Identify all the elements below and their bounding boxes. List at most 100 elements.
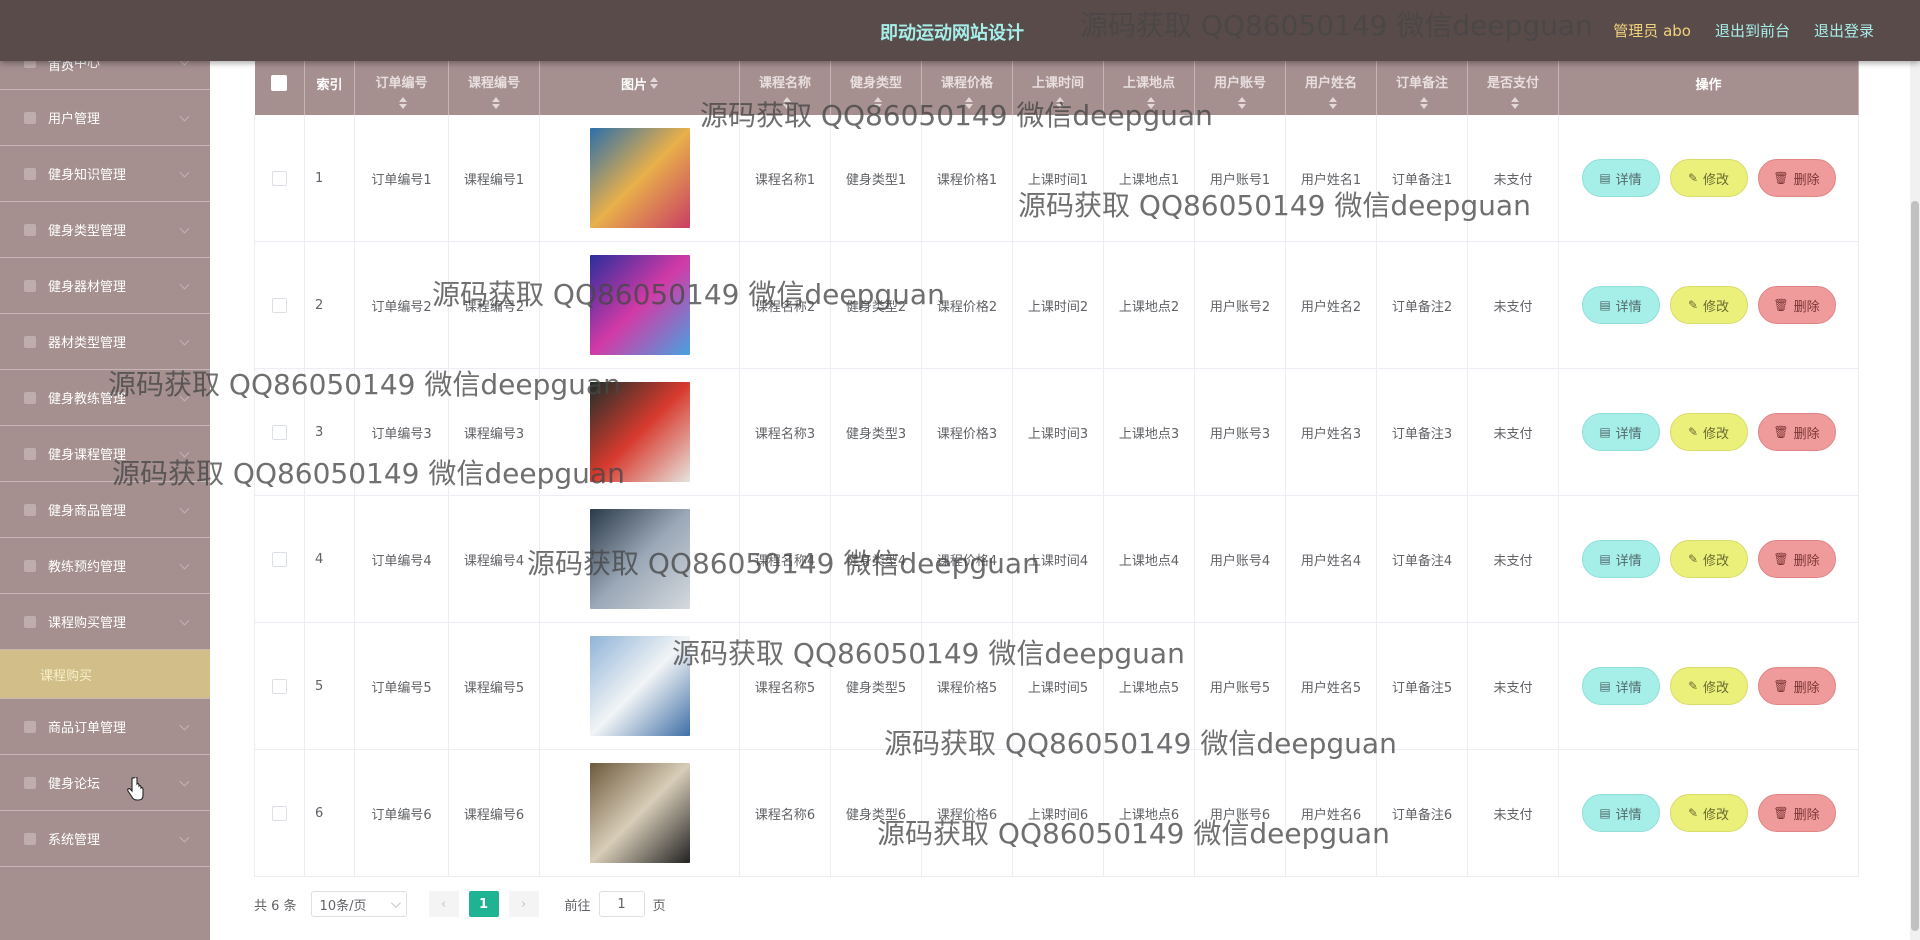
page-number-button[interactable]: 1 xyxy=(468,891,499,917)
table-row: 5 订单编号5 课程编号5 课程名称5 健身类型5 课程价格5 上课时间5 上课地点5 用户账号… xyxy=(254,622,1859,750)
detail-button[interactable]: ▤ 详情 xyxy=(1581,286,1660,324)
column-header-label: 是否支付 xyxy=(1486,76,1539,91)
sidebar-item[interactable]: 用户管理 xyxy=(0,90,210,146)
chevron-down-icon xyxy=(179,720,190,731)
sidebar-item[interactable]: 健身课程管理 xyxy=(0,426,210,482)
chevron-down-icon xyxy=(179,615,190,626)
edit-button[interactable]: ✎ 修改 xyxy=(1669,413,1748,451)
column-header-label: 图片 xyxy=(620,77,647,93)
edit-label: 修改 xyxy=(1703,807,1730,823)
price-cell: 课程价格3 xyxy=(921,368,1013,496)
delete-button[interactable]: 🗑 删除 xyxy=(1757,159,1836,197)
row-actions: ▤ 详情 ✎ 修改 🗑 删除 xyxy=(1559,794,1858,832)
sidebar-item[interactable]: 系统管理 xyxy=(0,811,210,867)
sidebar-item[interactable]: 健身论坛 xyxy=(0,755,210,811)
sort-caret-icon[interactable] xyxy=(1419,97,1428,109)
username-cell: 用户姓名1 xyxy=(1285,115,1377,242)
scrollbar-thumb[interactable] xyxy=(1911,201,1919,931)
delete-label: 删除 xyxy=(1793,299,1820,315)
sort-caret-icon[interactable] xyxy=(1055,97,1064,109)
settings-icon xyxy=(24,832,36,845)
detail-label: 详情 xyxy=(1615,172,1642,188)
select-all-checkbox[interactable] xyxy=(271,75,288,91)
row-checkbox[interactable] xyxy=(272,678,287,694)
document-icon: ▤ xyxy=(1599,552,1611,566)
row-checkbox[interactable] xyxy=(272,424,287,440)
sidebar-item[interactable]: 教练预约管理 xyxy=(0,538,210,594)
row-select-cell[interactable] xyxy=(254,749,305,877)
row-checkbox[interactable] xyxy=(272,551,287,567)
detail-button[interactable]: ▤ 详情 xyxy=(1581,794,1660,832)
paid-cell: 未支付 xyxy=(1467,115,1559,242)
next-page-button[interactable]: › xyxy=(508,891,539,917)
sort-caret-icon[interactable] xyxy=(399,97,407,109)
sidebar-item[interactable]: 健身商品管理 xyxy=(0,482,210,538)
delete-button[interactable]: 🗑 删除 xyxy=(1757,540,1836,578)
row-select-cell[interactable] xyxy=(254,495,305,623)
sort-caret-icon[interactable] xyxy=(1510,97,1519,109)
sidebar-subitem-course-purchase[interactable]: 课程购买 xyxy=(0,650,210,699)
row-select-cell[interactable] xyxy=(254,368,305,496)
sort-caret-icon[interactable] xyxy=(964,97,973,109)
back-to-front-link[interactable]: 退出到前台 xyxy=(1715,20,1790,41)
sidebar-item[interactable]: 健身知识管理 xyxy=(0,146,210,202)
detail-button[interactable]: ▤ 详情 xyxy=(1581,540,1660,578)
edit-button[interactable]: ✎ 修改 xyxy=(1669,540,1748,578)
edit-label: 修改 xyxy=(1703,172,1730,188)
detail-button[interactable]: ▤ 详情 xyxy=(1581,159,1660,197)
chevron-down-icon xyxy=(179,503,190,514)
sort-caret-icon[interactable] xyxy=(873,97,882,109)
edit-button[interactable]: ✎ 修改 xyxy=(1669,794,1748,832)
sidebar-item-label: 健身商品管理 xyxy=(48,504,127,519)
edit-button[interactable]: ✎ 修改 xyxy=(1669,667,1748,705)
sidebar-item[interactable]: 健身类型管理 xyxy=(0,202,210,258)
mouse-cursor-icon xyxy=(127,777,144,801)
row-checkbox[interactable] xyxy=(272,805,287,821)
delete-button[interactable]: 🗑 删除 xyxy=(1757,286,1836,324)
pencil-icon: ✎ xyxy=(1687,679,1699,693)
row-checkbox[interactable] xyxy=(272,297,287,313)
column-header-label: 课程编号 xyxy=(467,76,520,91)
sort-caret-icon[interactable] xyxy=(1237,97,1246,109)
sidebar-item[interactable]: 健身教练管理 xyxy=(0,370,210,426)
edit-button[interactable]: ✎ 修改 xyxy=(1669,159,1748,197)
detail-label: 详情 xyxy=(1615,553,1642,569)
chevron-down-icon xyxy=(179,832,190,843)
sidebar-item[interactable]: 器材类型管理 xyxy=(0,314,210,370)
sort-caret-icon[interactable] xyxy=(1328,97,1337,109)
edit-button[interactable]: ✎ 修改 xyxy=(1669,286,1748,324)
row-select-cell[interactable] xyxy=(254,622,305,750)
chevron-down-icon xyxy=(179,167,190,178)
delete-button[interactable]: 🗑 删除 xyxy=(1757,667,1836,705)
prev-page-button[interactable]: ‹ xyxy=(428,891,459,917)
delete-button[interactable]: 🗑 删除 xyxy=(1757,413,1836,451)
trash-icon: 🗑 xyxy=(1773,552,1789,566)
place-cell: 上课地点4 xyxy=(1103,495,1195,623)
row-select-cell[interactable] xyxy=(254,241,305,369)
detail-button[interactable]: ▤ 详情 xyxy=(1581,413,1660,451)
sidebar-item-label: 健身课程管理 xyxy=(48,448,127,463)
order-cell: 订单编号3 xyxy=(354,368,449,496)
account-cell: 用户账号2 xyxy=(1194,241,1286,369)
sort-caret-icon[interactable] xyxy=(491,97,500,109)
detail-button[interactable]: ▤ 详情 xyxy=(1581,667,1660,705)
sort-caret-icon[interactable] xyxy=(1146,97,1155,109)
delete-button[interactable]: 🗑 删除 xyxy=(1757,794,1836,832)
sort-caret-icon[interactable] xyxy=(650,77,658,89)
sidebar-item[interactable]: 课程购买管理 xyxy=(0,594,210,650)
scrollbar[interactable] xyxy=(1910,61,1920,940)
goto-page-input[interactable]: 1 xyxy=(598,891,645,917)
sort-caret-icon[interactable] xyxy=(782,97,791,109)
sidebar-item[interactable]: 健身器材管理 xyxy=(0,258,210,314)
name-cell: 课程名称4 xyxy=(739,495,831,623)
order-cell: 订单编号4 xyxy=(354,495,449,623)
sidebar-item[interactable]: 商品订单管理 xyxy=(0,699,210,755)
row-checkbox[interactable] xyxy=(272,170,287,186)
row-select-cell[interactable] xyxy=(254,115,305,242)
logout-link[interactable]: 退出登录 xyxy=(1814,20,1874,41)
image-cell xyxy=(539,622,740,750)
note-cell: 订单备注2 xyxy=(1376,241,1468,369)
page-size-select[interactable]: 10条/页 xyxy=(310,891,407,917)
actions-cell: ▤ 详情 ✎ 修改 🗑 删除 xyxy=(1558,749,1859,877)
document-icon: ▤ xyxy=(1599,425,1611,439)
